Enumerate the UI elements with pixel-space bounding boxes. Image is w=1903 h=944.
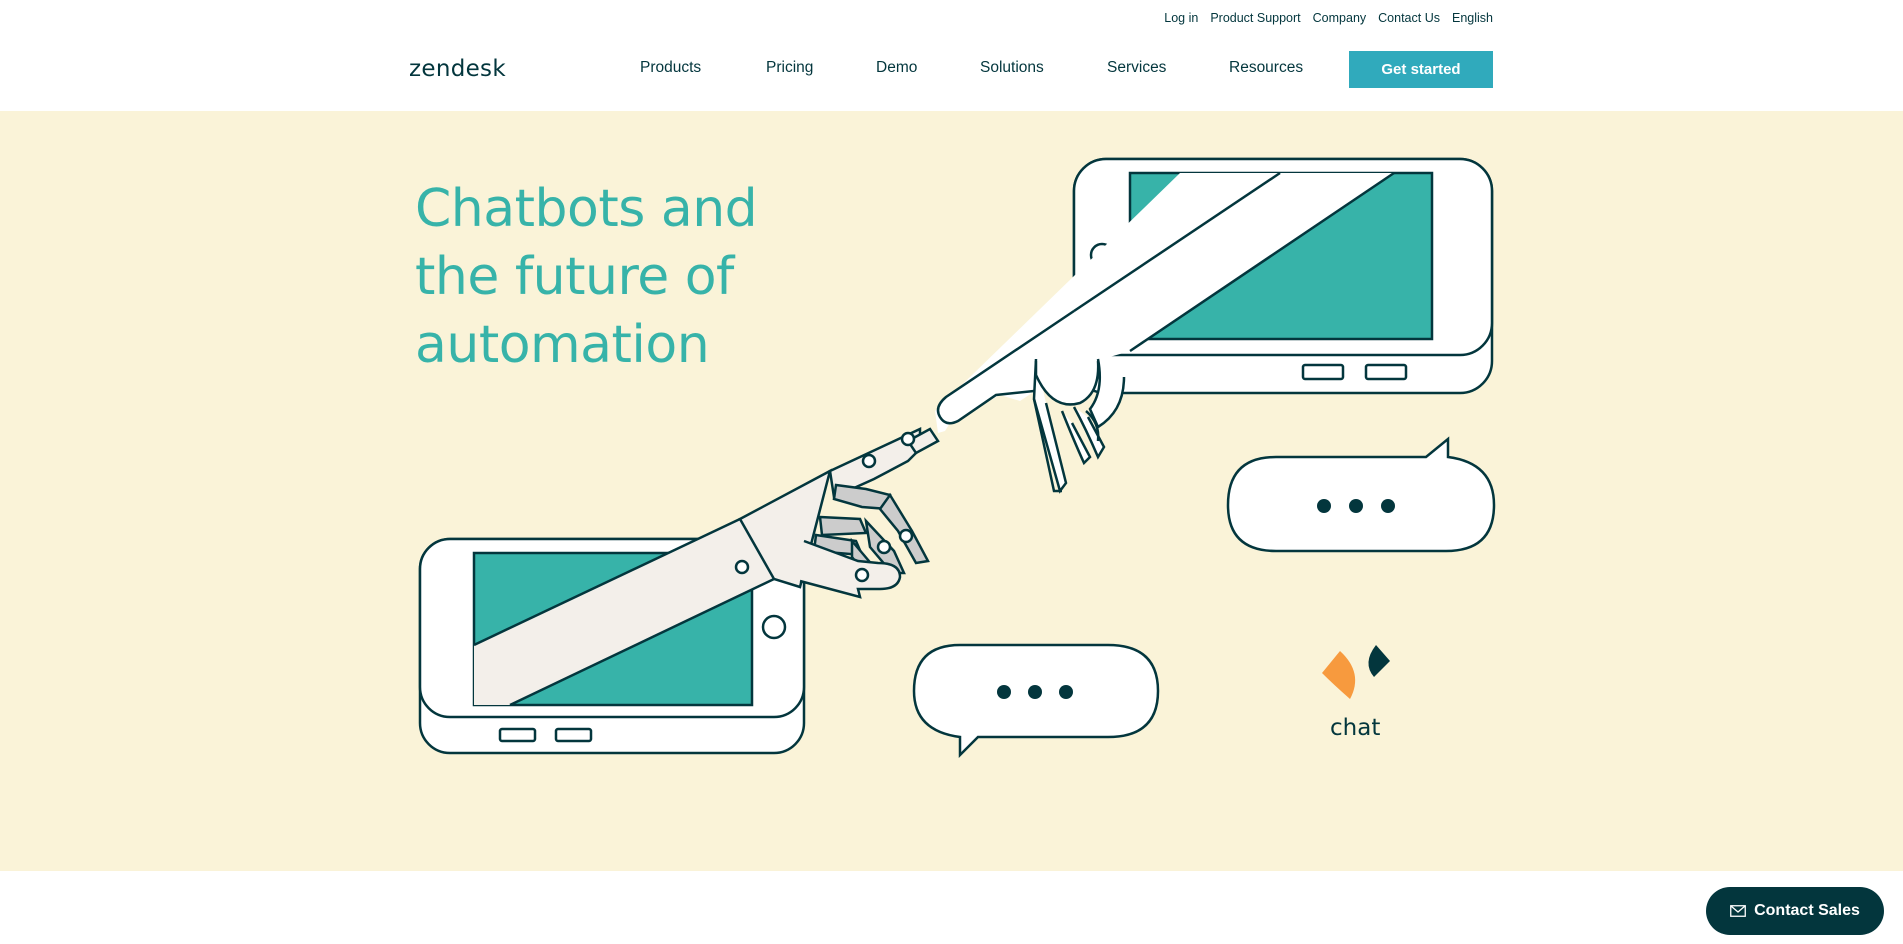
nav-resources[interactable]: Resources: [1229, 59, 1303, 77]
utility-bar: Log in Product Support Company Contact U…: [0, 0, 1903, 38]
product-support-link[interactable]: Product Support: [1210, 11, 1300, 25]
zendesk-logo[interactable]: zendesk: [409, 56, 506, 82]
nav-demo[interactable]: Demo: [876, 59, 917, 77]
company-link[interactable]: Company: [1313, 11, 1367, 25]
chat-logo-label: chat: [1330, 715, 1381, 741]
login-link[interactable]: Log in: [1164, 11, 1198, 25]
utility-links: Log in Product Support Company Contact U…: [1164, 11, 1493, 25]
hero-title-line-2: the future of: [415, 247, 734, 307]
get-started-button[interactable]: Get started: [1349, 51, 1493, 88]
nav-services[interactable]: Services: [1107, 59, 1166, 77]
hero-illustration: [418, 157, 1496, 759]
hero-title-line-1: Chatbots and: [415, 179, 758, 239]
chat-logo-icon: [1322, 645, 1390, 699]
language-selector[interactable]: English: [1452, 11, 1493, 25]
speech-bubble-right: [1226, 436, 1496, 553]
contact-sales-label: Contact Sales: [1754, 902, 1860, 919]
mail-icon: [1730, 905, 1746, 917]
nav-solutions[interactable]: Solutions: [980, 59, 1044, 77]
hero-section: Chatbots and the future of automation ch…: [0, 111, 1903, 871]
hero-title-line-3: automation: [415, 315, 710, 375]
contact-sales-button[interactable]: Contact Sales: [1706, 887, 1884, 935]
nav-pricing[interactable]: Pricing: [766, 59, 813, 77]
main-nav: zendesk Products Pricing Demo Solutions …: [0, 38, 1903, 111]
nav-products[interactable]: Products: [640, 59, 701, 77]
contact-us-link[interactable]: Contact Us: [1378, 11, 1440, 25]
hero-title: Chatbots and the future of automation: [415, 175, 835, 379]
speech-bubble-bottom: [912, 643, 1160, 759]
